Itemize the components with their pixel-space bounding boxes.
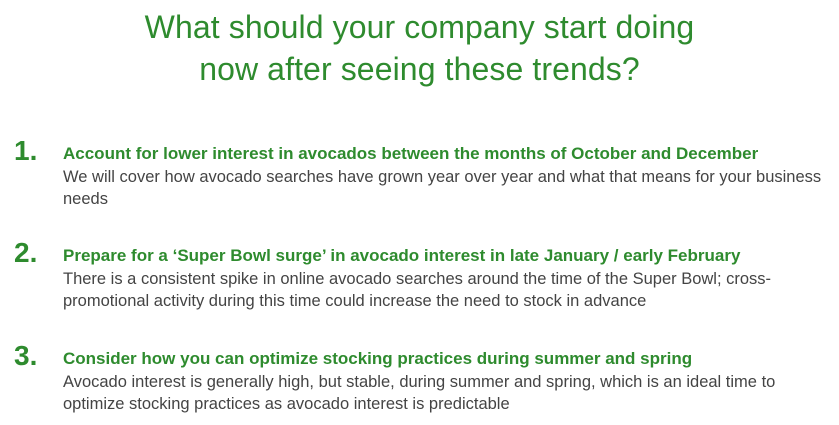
item-body: We will cover how avocado searches have … — [63, 168, 822, 208]
item-heading: Consider how you can optimize stocking p… — [63, 349, 693, 368]
slide-title-line-2: now after seeing these trends? — [199, 51, 640, 87]
slide: What should your company start doing now… — [0, 0, 839, 425]
item-number: 3. — [14, 340, 38, 371]
item-body: Avocado interest is generally high, but … — [63, 373, 776, 413]
item-heading: Prepare for a ‘Super Bowl surge’ in avoc… — [63, 246, 741, 265]
slide-title-line-1: What should your company start doing — [144, 9, 695, 45]
slide-title: What should your company start doing now… — [0, 6, 839, 90]
item-number: 1. — [14, 135, 38, 166]
item-number: 2. — [14, 237, 38, 268]
item-body: There is a consistent spike in online av… — [63, 270, 772, 310]
item-heading: Account for lower interest in avocados b… — [63, 144, 759, 163]
